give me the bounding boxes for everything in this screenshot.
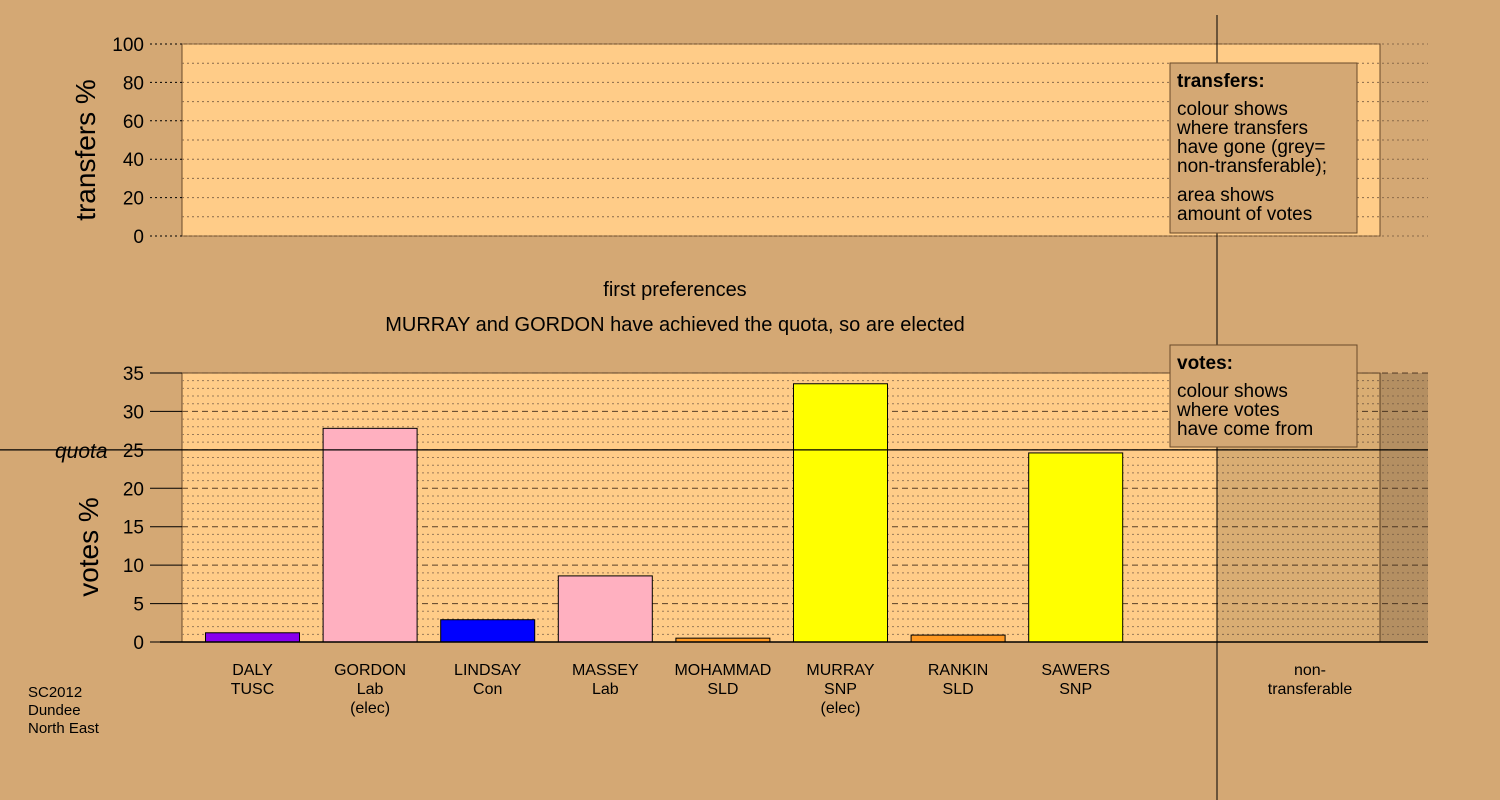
votes-legend-line-1: colour shows — [1177, 381, 1288, 402]
candidate-label-line: TUSC — [231, 681, 275, 698]
votes-legend: votes: colour shows where votes have com… — [1169, 344, 1358, 448]
transfers-legend-line-4: non-transferable); — [1177, 156, 1327, 177]
vote-bar — [557, 575, 653, 643]
transfers-tick-label: 60 — [123, 112, 144, 133]
election-status-text: MURRAY and GORDON have achieved the quot… — [385, 314, 965, 336]
votes-tick-label: 35 — [123, 364, 144, 385]
candidate-label-line: MASSEY — [572, 662, 639, 679]
candidate-label-line: Lab — [592, 681, 619, 698]
candidate-label-line: (elec) — [350, 700, 390, 717]
candidate-label-line: SLD — [707, 681, 738, 698]
transfers-legend-line-6: amount of votes — [1177, 204, 1312, 225]
votes-legend-line-3: have come from — [1177, 419, 1313, 440]
transfers-tick-label: 100 — [112, 35, 144, 56]
votes-tick-label: 30 — [123, 402, 144, 423]
candidate-label-line: SNP — [824, 681, 857, 698]
footer-ward: North East — [28, 720, 100, 737]
transfers-tick-label: 20 — [123, 189, 144, 210]
transfers-legend-title: transfers: — [1177, 71, 1265, 92]
transfers-legend-line-2: where transfers — [1176, 118, 1308, 139]
votes-tick-label: 0 — [133, 633, 144, 654]
votes-legend-line-2: where votes — [1176, 400, 1279, 421]
votes-tick-label: 10 — [123, 556, 144, 577]
votes-tick-label: 5 — [133, 595, 144, 616]
vote-bar — [1028, 452, 1124, 643]
transfers-tick-label: 80 — [123, 73, 144, 94]
transfers-legend-line-3: have gone (grey= — [1177, 137, 1325, 158]
transfers-y-ticks: 0 20 40 60 80 100 — [112, 35, 182, 248]
votes-tick-label: 20 — [123, 479, 144, 500]
votes-tick-label: 15 — [123, 518, 144, 539]
transfers-tick-label: 40 — [123, 150, 144, 171]
candidate-label-line: SNP — [1059, 681, 1092, 698]
footer-council: Dundee — [28, 702, 81, 719]
nontransferable-label-line-2: transferable — [1268, 681, 1353, 698]
transfers-axis-title: transfers % — [70, 79, 101, 221]
candidate-label-line: MURRAY — [806, 662, 874, 679]
nontransferable-label-line-1: non- — [1294, 662, 1326, 679]
transfers-legend: transfers: colour shows where transfers … — [1169, 62, 1358, 234]
candidate-label-line: LINDSAY — [454, 662, 522, 679]
stv-count-chart: 020406080100 transfers % first preferenc… — [0, 15, 1428, 800]
first-preferences-label: first preferences — [603, 279, 746, 301]
votes-y-ticks: 0 5 10 15 20 25 30 35 — [123, 364, 182, 654]
candidate-label-line: SAWERS — [1041, 662, 1110, 679]
candidate-label-line: SLD — [943, 681, 974, 698]
footer-election: SC2012 — [28, 684, 82, 701]
vote-bar — [205, 632, 300, 643]
vote-bar — [322, 427, 418, 643]
candidate-label-line: (elec) — [820, 700, 860, 717]
candidate-label-line: Lab — [357, 681, 384, 698]
transfers-tick-label: 0 — [133, 227, 144, 248]
transfers-legend-line-5: area shows — [1177, 185, 1274, 206]
vote-bar — [793, 383, 888, 643]
votes-axis-title: votes % — [73, 497, 104, 597]
candidate-label-line: DALY — [232, 662, 273, 679]
candidate-labels: DALY TUSC GORDON Lab (elec) LINDSAY Con MASSEY L… — [231, 662, 1110, 717]
quota-label: quota — [55, 440, 108, 463]
candidate-label-line: GORDON — [334, 662, 406, 679]
votes-legend-title: votes: — [1177, 353, 1233, 374]
candidate-label-line: MOHAMMAD — [674, 662, 771, 679]
vote-bar — [910, 634, 1006, 643]
vote-bar — [440, 619, 536, 643]
candidate-label-line: RANKIN — [928, 662, 988, 679]
candidate-label-line: Con — [473, 681, 502, 698]
transfers-legend-line-1: colour shows — [1177, 99, 1288, 120]
votes-tick-label: 25 — [123, 441, 144, 462]
